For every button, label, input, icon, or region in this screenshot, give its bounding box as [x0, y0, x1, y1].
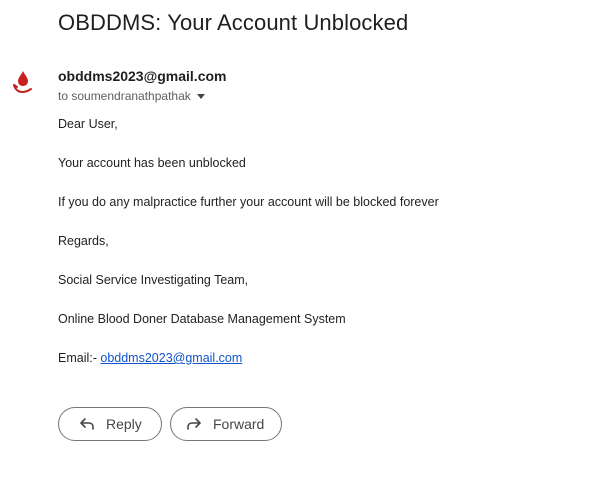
forward-arrow-icon: [185, 415, 203, 433]
body-line-unblocked: Your account has been unblocked: [58, 156, 246, 170]
body-line-warning: If you do any malpractice further your a…: [58, 195, 439, 209]
email-view: OBDDMS: Your Account Unblocked obddms202…: [0, 0, 589, 481]
body-greeting: Dear User,: [58, 117, 118, 131]
forward-button[interactable]: Forward: [170, 407, 282, 441]
body-email-link[interactable]: obddms2023@gmail.com: [100, 351, 242, 365]
body-team: Social Service Investigating Team,: [58, 273, 249, 287]
forward-label: Forward: [213, 416, 265, 432]
body-system: Online Blood Doner Database Management S…: [58, 312, 346, 326]
reply-button[interactable]: Reply: [58, 407, 162, 441]
recipient-label: to soumendranathpathak: [58, 89, 191, 103]
blood-drop-hand-icon[interactable]: [12, 70, 34, 94]
reply-label: Reply: [106, 416, 142, 432]
email-subject: OBDDMS: Your Account Unblocked: [58, 10, 409, 35]
body-regards: Regards,: [58, 234, 109, 248]
body-contact: Email:- obddms2023@gmail.com: [58, 351, 242, 365]
caret-down-icon[interactable]: [196, 94, 205, 99]
sender-email[interactable]: obddms2023@gmail.com: [58, 68, 226, 84]
body-contact-prefix: Email:-: [58, 351, 101, 365]
reply-arrow-icon: [78, 415, 96, 433]
recipient-details[interactable]: to soumendranathpathak: [58, 89, 205, 103]
